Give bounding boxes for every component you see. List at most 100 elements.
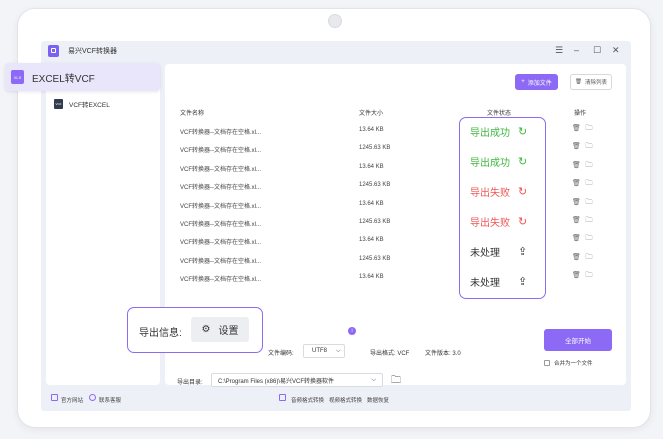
folder-icon[interactable]: 🗀 xyxy=(585,254,593,262)
status-success: 导出成功 ↻ xyxy=(470,154,527,169)
row-actions: 🗑 🗀 xyxy=(572,217,593,225)
settings-label: 设置 xyxy=(218,326,239,337)
sidebar-item-label: EXCEL转VCF xyxy=(32,73,95,85)
file-name: VCF转换器--文档存在空格.xl... xyxy=(180,258,261,265)
start-all-button[interactable]: 全部开始 xyxy=(544,329,612,351)
info-icon[interactable]: i xyxy=(348,327,356,335)
plus-icon: + xyxy=(521,79,525,85)
delete-icon[interactable]: 🗑 xyxy=(572,217,581,225)
status-none: 未处理 ⇪ xyxy=(470,244,527,259)
table-row[interactable]: VCF转换器--文档存在空格.xl... 1245.63 KB 🗑 🗀 xyxy=(177,250,622,268)
footer: 官方网站 联系客服 音频格式转换 视频格式转换 数据恢复 xyxy=(41,392,631,406)
delete-icon[interactable]: 🗑 xyxy=(572,143,581,151)
status-label: 未处理 xyxy=(470,278,500,289)
file-name: VCF转换器--文档存在空格.xl... xyxy=(180,166,261,173)
footer-link-video[interactable]: 视频格式转换 xyxy=(329,396,362,404)
support-link[interactable]: 联系客服 xyxy=(99,396,121,404)
row-actions: 🗑 🗀 xyxy=(572,125,593,133)
file-size: 1245.63 KB xyxy=(359,255,391,262)
col-file-size: 文件大小 xyxy=(359,111,384,117)
delete-icon[interactable]: 🗑 xyxy=(572,162,581,170)
row-actions: 🗑 🗀 xyxy=(572,143,593,151)
refresh-icon[interactable]: ↻ xyxy=(518,155,527,168)
sidebar-item-label: VCF转EXCEL xyxy=(69,102,110,109)
dir-select[interactable]: C:\Program Files (x86)\易兴VCF转换器软件 ⌵ xyxy=(211,373,383,387)
file-size: 1245.63 KB xyxy=(359,182,391,189)
file-size: 1245.63 KB xyxy=(359,145,391,152)
folder-icon[interactable]: 🗀 xyxy=(585,180,593,188)
share-icon[interactable]: ⇪ xyxy=(518,245,527,258)
merge-option[interactable]: 合并为一个文件 xyxy=(544,359,593,367)
delete-icon[interactable]: 🗑 xyxy=(572,125,581,133)
website-link[interactable]: 官方网站 xyxy=(61,396,83,404)
delete-icon[interactable]: 🗑 xyxy=(572,180,581,188)
row-actions: 🗑 🗀 xyxy=(572,272,593,280)
table-row[interactable]: VCF转换器--文档存在空格.xl... 13.64 KB 🗑 🗀 xyxy=(177,195,622,213)
row-actions: 🗑 🗀 xyxy=(572,235,593,243)
app-logo-icon xyxy=(48,45,59,57)
file-name: VCF转换器--文档存在空格.xl... xyxy=(180,240,261,247)
footer-link-audio[interactable]: 音频格式转换 xyxy=(291,396,324,404)
maximize-button[interactable]: ☐ xyxy=(593,44,601,56)
status-label: 导出成功 xyxy=(470,158,510,169)
delete-icon[interactable]: 🗑 xyxy=(572,254,581,262)
folder-icon[interactable]: 🗀 xyxy=(585,143,593,151)
folder-icon[interactable]: 🗀 xyxy=(585,217,593,225)
folder-icon[interactable]: 🗀 xyxy=(585,272,593,280)
status-label: 导出失败 xyxy=(470,218,510,229)
support-icon xyxy=(89,394,96,401)
settings-button[interactable]: ⚙ 设置 xyxy=(191,317,249,342)
trash-icon: 🗑 xyxy=(575,79,582,85)
footer-link-recovery[interactable]: 数据恢复 xyxy=(367,396,389,404)
gear-icon: ⚙ xyxy=(201,324,211,335)
dir-value: C:\Program Files (x86)\易兴VCF转换器软件 xyxy=(218,378,335,385)
sidebar-item-vcf-to-excel[interactable]: VCF VCF转EXCEL xyxy=(54,99,110,109)
status-popup: 导出成功 ↻ 导出成功 ↻ 导出失败 ↻ 导出失败 ↻ 未处理 ⇪ 未处理 ⇪ xyxy=(459,117,546,299)
close-button[interactable]: ✕ xyxy=(612,44,620,56)
speaker-icon xyxy=(279,394,286,401)
merge-label: 合并为一个文件 xyxy=(554,361,593,367)
table-row[interactable]: VCF转换器--文档存在空格.xl... 1245.63 KB 🗑 🗀 xyxy=(177,213,622,231)
status-fail: 导出失败 ↻ xyxy=(470,184,527,199)
status-success: 导出成功 ↻ xyxy=(470,124,527,139)
refresh-icon[interactable]: ↻ xyxy=(518,185,527,198)
row-actions: 🗑 🗀 xyxy=(572,162,593,170)
encoding-select[interactable]: UTF8 ⌵ xyxy=(303,344,345,358)
file-name: VCF转换器--文档存在空格.xl... xyxy=(180,130,261,136)
vcf-file-icon: VCF xyxy=(54,99,63,109)
folder-icon[interactable]: 🗀 xyxy=(585,162,593,170)
merge-checkbox[interactable] xyxy=(544,360,550,366)
website-icon xyxy=(51,394,58,401)
clear-list-button[interactable]: 🗑 清除列表 xyxy=(570,74,612,90)
table-row[interactable]: VCF转换器--文档存在空格.xl... 1245.63 KB 🗑 🗀 xyxy=(177,176,622,194)
folder-icon[interactable]: 🗀 xyxy=(585,125,593,133)
file-size: 13.64 KB xyxy=(359,237,384,244)
sidebar-item-excel-to-vcf[interactable]: XLS EXCEL转VCF xyxy=(5,63,160,91)
dir-label: 导出目录: xyxy=(177,380,203,386)
table-row[interactable]: VCF转换器--文档存在空格.xl... 13.64 KB 🗑 🗀 xyxy=(177,268,622,286)
minimize-button[interactable]: – xyxy=(574,44,579,56)
clear-list-label: 清除列表 xyxy=(584,80,607,86)
delete-icon[interactable]: 🗑 xyxy=(572,235,581,243)
delete-icon[interactable]: 🗑 xyxy=(572,199,581,207)
file-name: VCF转换器--文档存在空格.xl... xyxy=(180,185,261,192)
folder-icon[interactable]: 🗀 xyxy=(391,373,401,390)
table-row[interactable]: VCF转换器--文档存在空格.xl... 13.64 KB 🗑 🗀 xyxy=(177,231,622,249)
share-icon[interactable]: ⇪ xyxy=(518,275,527,288)
encoding-value: UTF8 xyxy=(312,348,327,354)
file-size: 13.64 KB xyxy=(359,274,384,281)
file-name: VCF转换器--文档存在空格.xl... xyxy=(180,222,261,228)
menu-icon[interactable]: ☰ xyxy=(555,44,563,56)
add-file-button[interactable]: + 添加文件 xyxy=(515,74,558,90)
status-none: 未处理 ⇪ xyxy=(470,274,527,289)
table-row[interactable]: VCF转换器--文档存在空格.xl... 13.64 KB 🗑 🗀 xyxy=(177,158,622,176)
device-camera xyxy=(328,14,342,28)
table-row[interactable]: VCF转换器--文档存在空格.xl... 1245.63 KB 🗑 🗀 xyxy=(177,139,622,157)
delete-icon[interactable]: 🗑 xyxy=(572,272,581,280)
folder-icon[interactable]: 🗀 xyxy=(585,199,593,207)
refresh-icon[interactable]: ↻ xyxy=(518,215,527,228)
folder-icon[interactable]: 🗀 xyxy=(585,235,593,243)
refresh-icon[interactable]: ↻ xyxy=(518,125,527,138)
xls-file-icon: XLS xyxy=(11,70,24,84)
table-row[interactable]: VCF转换器--文档存在空格.xl... 13.64 KB 🗑 🗀 xyxy=(177,121,622,139)
